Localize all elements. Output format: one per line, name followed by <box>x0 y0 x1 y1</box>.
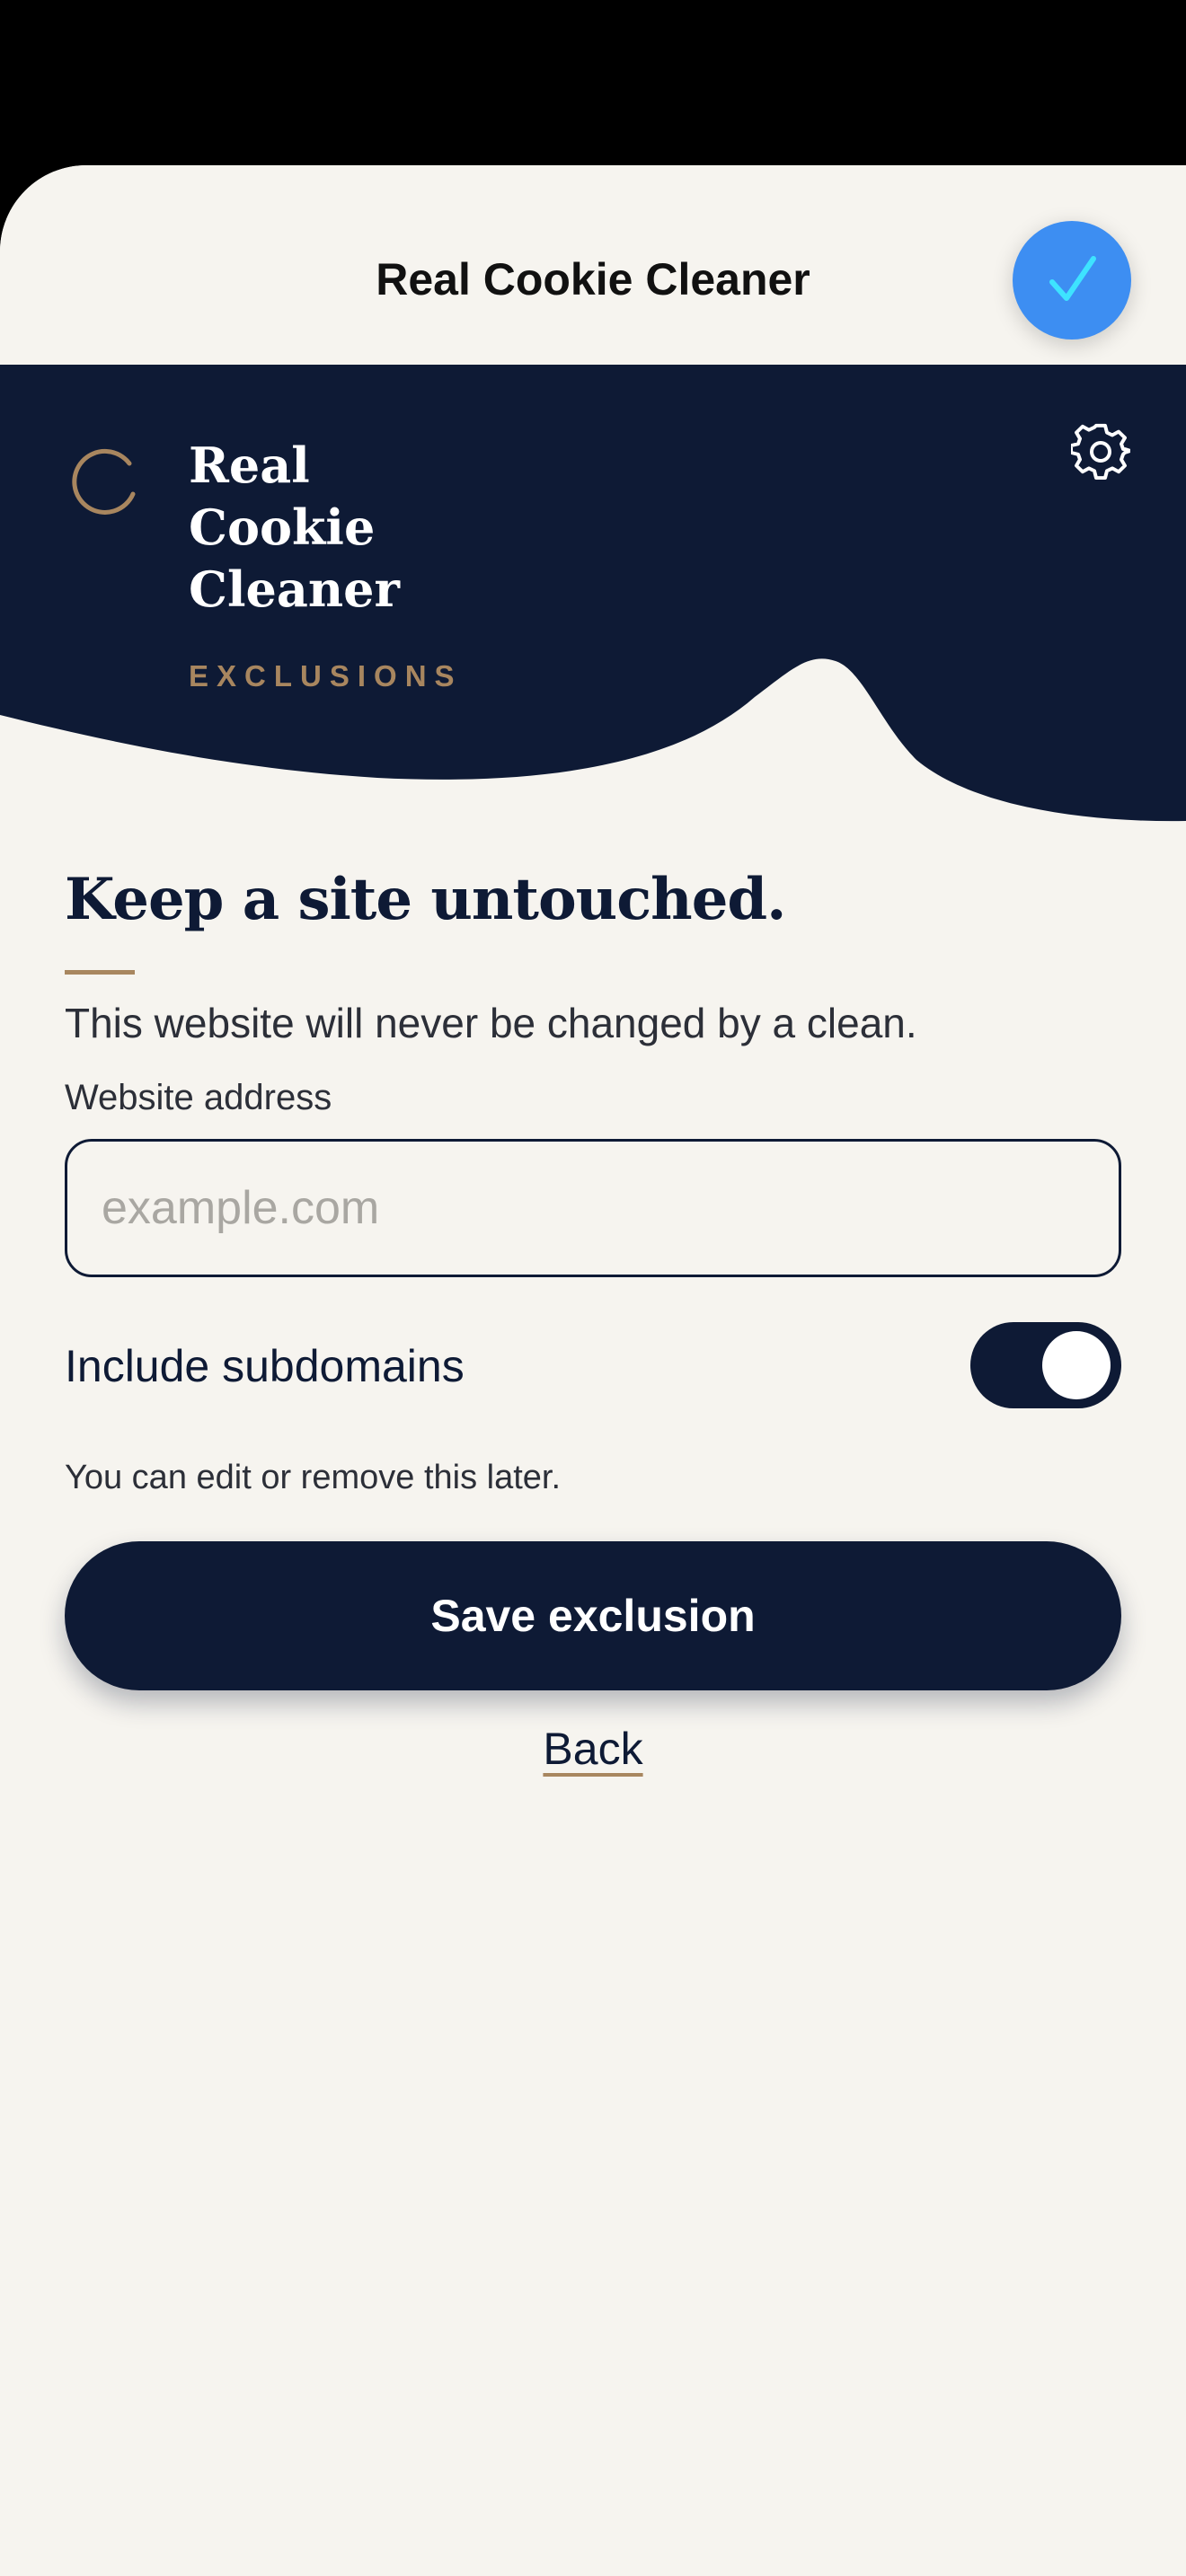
brand-line: Real <box>189 437 310 494</box>
brand-line: Cookie <box>189 498 376 556</box>
hero-banner <box>0 365 1186 832</box>
save-exclusion-button[interactable]: Save exclusion <box>65 1541 1121 1690</box>
website-address-input[interactable] <box>65 1139 1121 1277</box>
include-subdomains-toggle[interactable] <box>970 1322 1121 1408</box>
sheet-title: Real Cookie Cleaner <box>376 254 810 304</box>
accent-divider <box>65 970 135 975</box>
checkmark-icon <box>1049 256 1096 301</box>
back-link-row: Back <box>0 1723 1186 1775</box>
section-label: EXCLUSIONS <box>189 659 463 693</box>
brand-name: Real Cookie Cleaner <box>189 435 422 621</box>
spinner-icon <box>72 448 136 515</box>
done-button[interactable] <box>1013 221 1131 340</box>
toggle-knob <box>1042 1331 1111 1399</box>
include-subdomains-label: Include subdomains <box>65 1341 465 1391</box>
page-title: Keep a site untouched. <box>65 866 786 933</box>
back-link[interactable]: Back <box>543 1724 642 1774</box>
gear-icon[interactable] <box>1071 422 1130 481</box>
website-address-label: Website address <box>65 1078 332 1117</box>
brand-line: Cleaner <box>189 560 400 618</box>
page-description: This website will never be changed by a … <box>65 1000 917 1046</box>
sheet-header: Real Cookie Cleaner <box>0 165 1186 365</box>
hint-text: You can edit or remove this later. <box>65 1459 562 1496</box>
